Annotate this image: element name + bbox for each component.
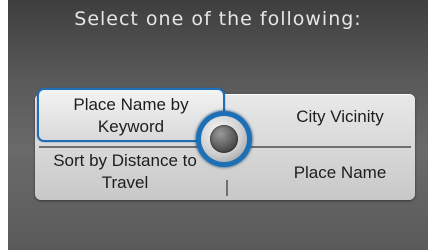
joystick-knob [210, 125, 238, 153]
joystick-icon [196, 111, 252, 167]
option-sort-by-distance[interactable]: Sort by Distance to Travel [40, 150, 210, 198]
joystick-ring [201, 116, 247, 162]
prompt-title: Select one of the following: [74, 8, 362, 30]
divider-right [235, 146, 411, 148]
option-place-name[interactable]: Place Name [270, 162, 410, 186]
divider-vertical [226, 180, 228, 196]
nav-screen: Select one of the following: Place Name … [8, 0, 428, 250]
option-city-vicinity[interactable]: City Vicinity [270, 106, 410, 130]
divider-left [39, 146, 207, 148]
